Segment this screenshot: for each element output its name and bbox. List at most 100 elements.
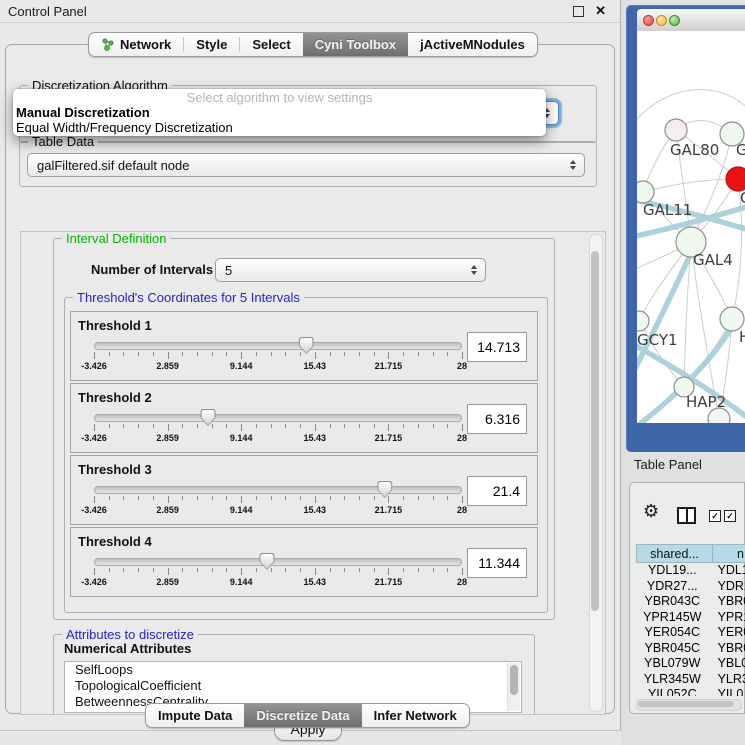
attribute-list-item[interactable]: SelfLoops bbox=[65, 662, 521, 678]
table-row[interactable]: YBL079WYBL0 bbox=[636, 656, 745, 672]
tab-infer-network[interactable]: Infer Network bbox=[362, 704, 469, 727]
cell-name[interactable]: YBR0 bbox=[709, 641, 745, 657]
table-row[interactable]: YDL19...YDL1 bbox=[636, 563, 745, 579]
split-columns-icon[interactable] bbox=[677, 507, 696, 524]
threshold-panel: Threshold 2 -3.4262.8599.14415.4321.7152… bbox=[70, 383, 538, 453]
zoom-traffic-light-icon[interactable] bbox=[669, 15, 680, 26]
node-label-gal4: GAL4 bbox=[693, 251, 733, 269]
cell-shared-name[interactable]: YER054C bbox=[636, 625, 709, 641]
checkbox-icon[interactable]: ✓ bbox=[709, 510, 721, 522]
node-label-partial-top-right: G bbox=[736, 141, 745, 159]
attributes-list-scrollbar[interactable] bbox=[507, 663, 520, 711]
slider-tick-label: 9.144 bbox=[230, 505, 253, 515]
table-header-row: shared... n bbox=[636, 544, 745, 563]
table-row[interactable]: YPR145WYPR1 bbox=[636, 610, 745, 626]
close-icon[interactable]: ✕ bbox=[595, 2, 606, 20]
slider-thumb-face bbox=[300, 338, 313, 353]
threshold-value-field[interactable]: 6.316 bbox=[467, 404, 527, 434]
cell-shared-name[interactable]: YBR043C bbox=[636, 594, 709, 610]
node-label-partial-right: H bbox=[739, 328, 745, 346]
table-row[interactable]: YLR345WYLR3 bbox=[636, 672, 745, 688]
tab-discretize-data[interactable]: Discretize Data bbox=[244, 704, 361, 727]
threshold-slider[interactable]: -3.4262.8599.14415.4321.71528 bbox=[94, 411, 462, 447]
table-row[interactable]: YBR043CYBR0 bbox=[636, 594, 745, 610]
control-panel-titlebar[interactable]: Control Panel ✕ bbox=[0, 0, 620, 23]
threshold-value-field[interactable]: 14.713 bbox=[467, 332, 527, 362]
cell-name[interactable]: YIL0 bbox=[709, 687, 745, 696]
threshold-slider[interactable]: -3.4262.8599.14415.4321.71528 bbox=[94, 483, 462, 519]
slider-thumb-face bbox=[260, 554, 273, 569]
slider-ticks bbox=[94, 352, 462, 360]
node-label-gal11: GAL11 bbox=[643, 201, 692, 219]
tab-impute-data[interactable]: Impute Data bbox=[146, 704, 244, 727]
cell-name[interactable]: YDR2 bbox=[709, 579, 745, 595]
table-row[interactable]: YBR045CYBR0 bbox=[636, 641, 745, 657]
tab-network[interactable]: Network bbox=[89, 33, 183, 56]
slider-track[interactable] bbox=[94, 558, 462, 566]
network-canvas[interactable]: GAL80 G GAL11 C GAL4 GCY1 H HAP2 bbox=[637, 31, 745, 423]
popup-option-equal-width[interactable]: Equal Width/Frequency Discretization bbox=[13, 120, 546, 135]
float-window-icon[interactable] bbox=[573, 6, 584, 17]
table-horizontal-scrollbar[interactable] bbox=[636, 699, 742, 711]
slider-tick-label: 21.715 bbox=[375, 433, 403, 443]
network-window-titlebar[interactable] bbox=[637, 9, 745, 32]
number-of-intervals-combobox[interactable]: 5 bbox=[215, 258, 486, 282]
table-data-combobox[interactable]: galFiltered.sif default node bbox=[27, 153, 585, 177]
popup-option-manual-discretization[interactable]: Manual Discretization bbox=[13, 105, 546, 120]
threshold-value-field[interactable]: 11.344 bbox=[467, 548, 527, 578]
tab-style-label: Style bbox=[196, 37, 227, 52]
cell-name[interactable]: YBL0 bbox=[709, 656, 745, 672]
threshold-value-field[interactable]: 21.4 bbox=[467, 476, 527, 506]
close-traffic-light-icon[interactable] bbox=[643, 15, 654, 26]
slider-tick-label: 28 bbox=[457, 361, 467, 371]
threshold-slider[interactable]: -3.4262.8599.14415.4321.71528 bbox=[94, 339, 462, 375]
interval-definition-group: Interval Definition Number of Intervals … bbox=[53, 238, 555, 620]
table-body[interactable]: YDL19...YDL1YDR27...YDR2YBR043CYBR0YPR14… bbox=[636, 563, 745, 696]
tab-style[interactable]: Style bbox=[184, 33, 239, 56]
tab-jactivemnodules[interactable]: jActiveMNodules bbox=[408, 33, 537, 56]
cell-shared-name[interactable]: YBL079W bbox=[636, 656, 709, 672]
cell-name[interactable]: YDL1 bbox=[709, 563, 745, 579]
slider-track[interactable] bbox=[94, 342, 462, 350]
tab-cyni-toolbox[interactable]: Cyni Toolbox bbox=[303, 33, 408, 56]
attribute-list-item[interactable]: TopologicalCoefficient bbox=[65, 678, 521, 694]
threshold-slider[interactable]: -3.4262.8599.14415.4321.71528 bbox=[94, 555, 462, 591]
cell-name[interactable]: YBR0 bbox=[709, 594, 745, 610]
column-header-name[interactable]: n bbox=[713, 544, 745, 563]
cell-name[interactable]: YLR3 bbox=[709, 672, 745, 688]
slider-ticks bbox=[94, 568, 462, 576]
cell-shared-name[interactable]: YBR045C bbox=[636, 641, 709, 657]
table-row[interactable]: YIL052CYIL0 bbox=[636, 687, 745, 696]
table-data-group-title: Table Data bbox=[28, 134, 98, 149]
slider-tick-label: 15.43 bbox=[304, 505, 327, 515]
slider-track[interactable] bbox=[94, 414, 462, 422]
tab-select-label: Select bbox=[252, 37, 290, 52]
cell-name[interactable]: YPR1 bbox=[709, 610, 745, 626]
network-view-window[interactable]: GAL80 G GAL11 C GAL4 GCY1 H HAP2 bbox=[626, 5, 745, 452]
table-settings-gear-icon[interactable]: ⚙ bbox=[643, 503, 659, 521]
slider-tick-label: -3.426 bbox=[81, 505, 107, 515]
tab-select[interactable]: Select bbox=[240, 33, 302, 56]
checkbox-icon[interactable]: ✓ bbox=[724, 510, 736, 522]
cell-shared-name[interactable]: YLR345W bbox=[636, 672, 709, 688]
algorithm-dropdown-popup: Select algorithm to view settings Manual… bbox=[13, 89, 546, 136]
scrollbar-thumb[interactable] bbox=[591, 251, 599, 611]
cell-shared-name[interactable]: YPR145W bbox=[636, 610, 709, 626]
cell-shared-name[interactable]: YDR27... bbox=[636, 579, 709, 595]
tab-discretize-data-label: Discretize Data bbox=[256, 708, 349, 723]
minimize-traffic-light-icon[interactable] bbox=[656, 15, 667, 26]
slider-track[interactable] bbox=[94, 486, 462, 494]
table-row[interactable]: YDR27...YDR2 bbox=[636, 579, 745, 595]
cell-shared-name[interactable]: YIL052C bbox=[636, 687, 709, 696]
cell-name[interactable]: YER0 bbox=[709, 625, 745, 641]
panel-scrollbar[interactable] bbox=[589, 234, 603, 712]
node-label-gal80: GAL80 bbox=[670, 141, 719, 159]
scrollbar-thumb[interactable] bbox=[638, 701, 734, 707]
cell-shared-name[interactable]: YDL19... bbox=[636, 563, 709, 579]
column-header-shared-name[interactable]: shared... bbox=[636, 544, 713, 563]
table-data-value: galFiltered.sif default node bbox=[37, 158, 189, 173]
slider-tick-label: 15.43 bbox=[304, 433, 327, 443]
slider-tick-label: -3.426 bbox=[81, 361, 107, 371]
table-row[interactable]: YER054CYER0 bbox=[636, 625, 745, 641]
scrollbar-thumb[interactable] bbox=[510, 665, 518, 695]
